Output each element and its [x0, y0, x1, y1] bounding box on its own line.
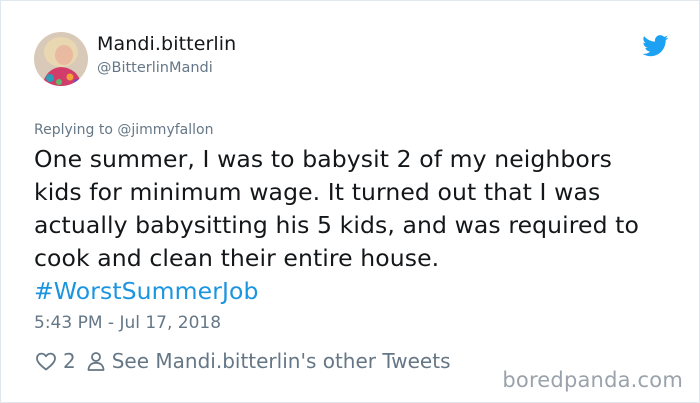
replying-prefix: Replying to — [34, 122, 113, 138]
twitter-bird-icon[interactable] — [642, 35, 669, 57]
tweet-line: cook and clean their entire house. — [34, 244, 440, 272]
person-icon — [84, 349, 108, 373]
heart-icon[interactable] — [34, 349, 58, 373]
like-count[interactable]: 2 — [63, 349, 76, 373]
hashtag-link[interactable]: #WorstSummerJob — [34, 275, 259, 308]
replying-to: Replying to @jimmyfallon — [34, 122, 213, 138]
tweet-actions: 2 See Mandi.bitterlin's other Tweets — [34, 346, 451, 376]
tweet-line: One summer, I was to babysit 2 of my nei… — [34, 145, 612, 173]
other-tweets-link[interactable]: See Mandi.bitterlin's other Tweets — [112, 349, 451, 373]
reply-target-link[interactable]: @jimmyfallon — [117, 122, 213, 138]
display-name[interactable]: Mandi.bitterlin — [97, 33, 236, 55]
tweet-line: kids for minimum wage. It turned out tha… — [34, 178, 601, 206]
tweet-timestamp[interactable]: 5:43 PM - Jul 17, 2018 — [34, 313, 221, 333]
avatar[interactable] — [34, 32, 88, 86]
user-handle[interactable]: @BitterlinMandi — [97, 60, 213, 76]
tweet-line: actually babysitting his 5 kids, and was… — [34, 211, 639, 239]
tweet-card: Mandi.bitterlin @BitterlinMandi Replying… — [0, 0, 700, 403]
watermark: boredpanda.com — [502, 368, 683, 392]
tweet-text: One summer, I was to babysit 2 of my nei… — [34, 143, 674, 275]
